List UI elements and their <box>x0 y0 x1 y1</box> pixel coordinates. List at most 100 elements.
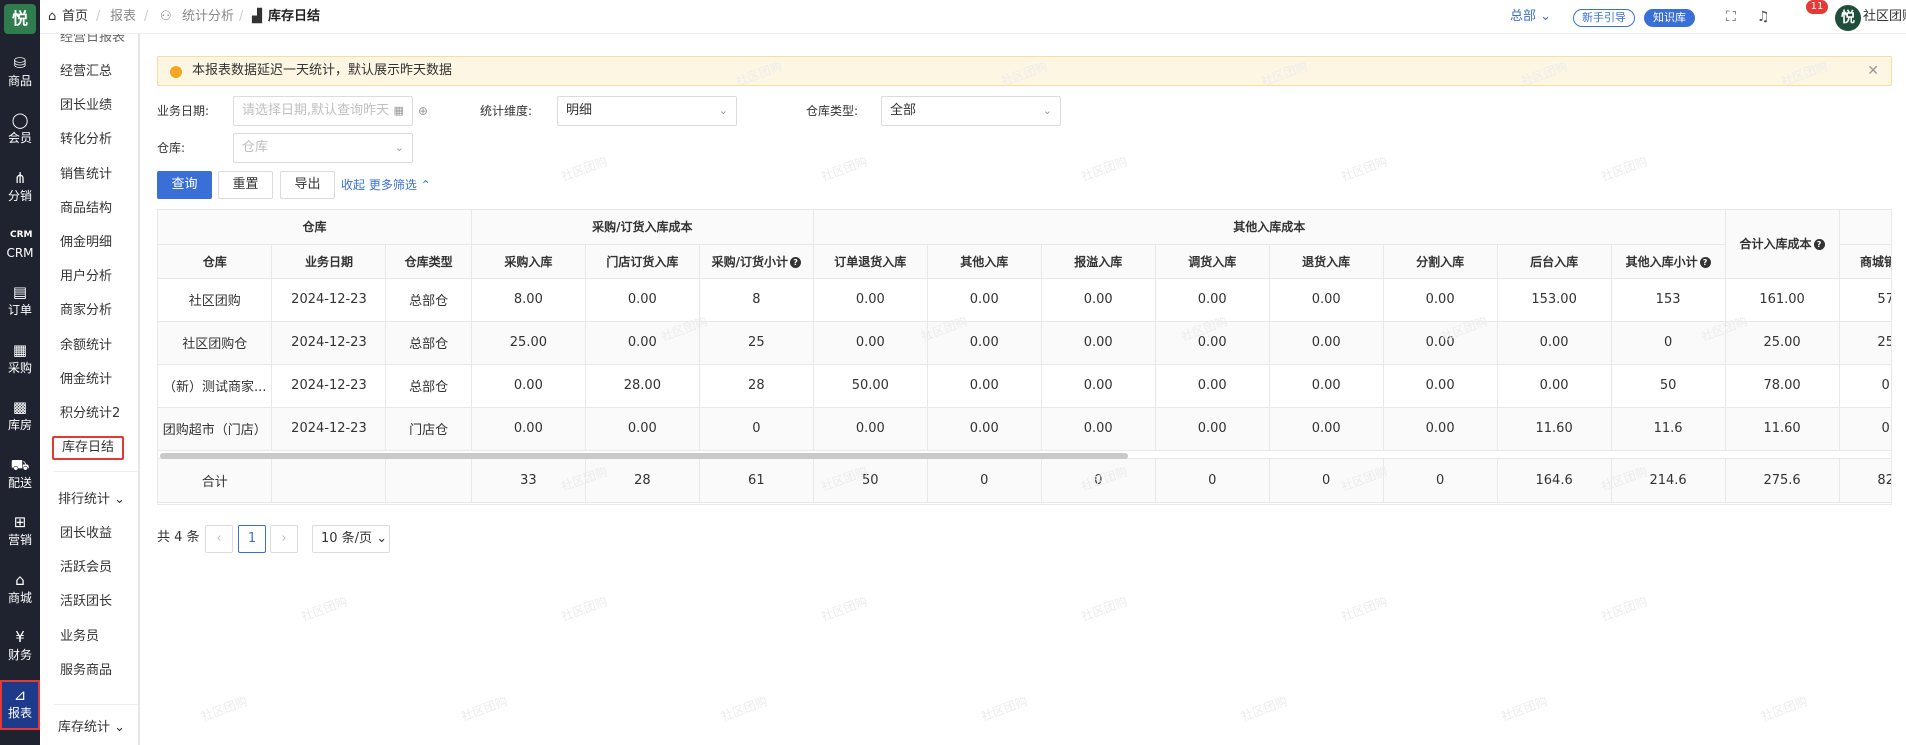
table-cell: 0.00 <box>1155 364 1270 408</box>
alert-text: 本报表数据延迟一天统计，默认展示昨天数据 <box>192 63 453 78</box>
help-icon[interactable]: ? <box>1699 256 1711 268</box>
column-header-7: 订单退货入库 <box>813 244 928 279</box>
menu-item-3[interactable]: 转化分析 <box>60 128 112 152</box>
gift-icon: ⊞ <box>13 513 27 531</box>
export-button[interactable]: 导出 <box>280 171 335 199</box>
rail-item-5[interactable]: ▤ 订单 <box>0 277 40 327</box>
rail-item-10[interactable]: ⌂ 商城 <box>0 565 40 615</box>
calendar-icon: ▦ <box>393 104 404 117</box>
help-icon[interactable]: ? <box>1813 239 1825 251</box>
total-cell: 164.6 <box>1497 458 1612 503</box>
help-icon[interactable]: ? <box>790 256 802 268</box>
menu-item-ranking-4[interactable]: 业务员 <box>60 625 99 649</box>
menu-item-2[interactable]: 团长业绩 <box>60 94 112 118</box>
next-page-button[interactable]: › <box>270 525 298 553</box>
table-cell: 总部仓 <box>385 364 472 408</box>
table-cell: 0.00 <box>1041 364 1156 408</box>
total-cell <box>271 458 387 503</box>
prev-page-button[interactable]: ‹ <box>205 525 233 553</box>
menu-item-8[interactable]: 商家分析 <box>60 299 112 323</box>
menu-item-7[interactable]: 用户分析 <box>60 265 112 289</box>
column-header-4: 采购入库 <box>471 244 586 279</box>
warehouse-select[interactable]: 仓库 ⌄ <box>233 133 413 163</box>
menu-item-daily-report[interactable]: 经营日报表 <box>60 34 125 50</box>
rail-item-8[interactable]: ⛟ 配送 <box>0 450 40 500</box>
table-row[interactable]: 社区团购仓 2024-12-23 总部仓 25.00 0.00 25 0.00 0.00 0.0… <box>158 321 1891 365</box>
collapse-filters-link[interactable]: 收起 更多筛选 ⌃ <box>341 171 431 199</box>
truck-icon: ⛟ <box>10 456 30 474</box>
table-cell: 11.60 <box>1725 407 1840 451</box>
network-icon: ⋔ <box>13 169 27 187</box>
menu-item-4[interactable]: 销售统计 <box>60 163 112 187</box>
avatar[interactable]: 悦 <box>1835 5 1861 31</box>
breadcrumb-stats[interactable]: 统计分析 <box>182 0 234 34</box>
menu-item-ranking-1[interactable]: 团长收益 <box>60 522 112 546</box>
breadcrumb-home[interactable]: 首页 <box>62 0 88 34</box>
menu-item-10[interactable]: 佣金统计 <box>60 368 112 392</box>
total-cell: 0 <box>1041 458 1156 503</box>
reset-button[interactable]: 重置 <box>218 171 273 199</box>
menu-item-5[interactable]: 商品结构 <box>60 197 112 221</box>
plus-circle-icon[interactable]: ⊕ <box>418 96 428 126</box>
org-selector[interactable]: 总部 ⌄ <box>1510 0 1551 34</box>
knowledge-base-button[interactable]: 知识库 <box>1644 9 1695 27</box>
page-size-select[interactable]: 10 条/页 ⌄ <box>312 525 390 553</box>
rail-item-label: 采购 <box>7 361 32 375</box>
column-header-8: 其他入库 <box>927 244 1042 279</box>
rail-item-1[interactable]: ⛁ 商品 <box>0 48 40 98</box>
rail-item-label: 营销 <box>7 533 32 547</box>
column-header-13: 后台入库 <box>1497 244 1612 279</box>
home-icon[interactable]: ⌂ <box>48 0 56 34</box>
menu-item-9[interactable]: 余额统计 <box>60 334 112 358</box>
watermark-text: 社区团购 <box>559 594 610 624</box>
rail-item-3[interactable]: ⋔ 分销 <box>0 163 40 213</box>
date-picker[interactable]: 请选择日期,默认查询昨天 ▦ <box>233 96 413 126</box>
breadcrumb-separator: / <box>96 9 101 24</box>
menu-item-6[interactable]: 佣金明细 <box>60 231 112 255</box>
menu-item-ranking-3[interactable]: 活跃团长 <box>60 590 112 614</box>
rail-item-4[interactable]: CRM CRM <box>0 220 40 270</box>
rail-item-7[interactable]: ▩ 库房 <box>0 392 40 442</box>
warehouse-type-select[interactable]: 全部 ⌄ <box>881 96 1061 126</box>
menu-item-11[interactable]: 积分统计2 <box>60 402 120 426</box>
horizontal-scrollbar[interactable] <box>160 453 1128 459</box>
watermark-text: 社区团购 <box>1339 154 1390 184</box>
close-icon[interactable]: ✕ <box>1867 57 1879 85</box>
menu-item-1[interactable]: 经营汇总 <box>60 60 112 84</box>
table-cell: 社区团购仓 <box>158 321 273 365</box>
breadcrumb-separator: / <box>144 9 149 24</box>
page-1-button[interactable]: 1 <box>238 525 266 553</box>
watermark-text: 社区团购 <box>819 594 870 624</box>
rail-item-label: 报表 <box>7 706 32 720</box>
table-cell: 0.00 <box>927 364 1042 408</box>
group-header-outbound <box>1839 210 1891 245</box>
menu-item-12[interactable]: 库存日结 <box>52 436 125 461</box>
menu-group-ranking[interactable]: 排行统计 ⌄ <box>58 488 125 512</box>
menu-group-inventory[interactable]: 库存统计 ⌄ <box>58 716 125 740</box>
breadcrumb-reports[interactable]: 报表 <box>110 0 136 34</box>
table-cell: 161.00 <box>1725 278 1840 322</box>
guide-button[interactable]: 新手引导 <box>1573 9 1635 27</box>
rail-item-9[interactable]: ⊞ 营销 <box>0 507 40 557</box>
rail-item-11[interactable]: ¥ 财务 <box>0 622 40 672</box>
table-row[interactable]: 团购超市（门店） 2024-12-23 门店仓 0.00 0.00 0 0.00 0.00 0.… <box>158 407 1891 451</box>
table-cell: 0.00 <box>1383 407 1498 451</box>
menu-scrollbar[interactable] <box>138 34 140 745</box>
table-cell: 2024-12-23 <box>271 364 387 408</box>
rail-item-12[interactable]: ⊿ 报表 <box>0 680 40 730</box>
table-cell: 2024-12-23 <box>271 278 387 322</box>
rail-item-6[interactable]: ▦ 采购 <box>0 335 40 385</box>
user-menu[interactable]: 社区团购 ⌄ <box>1863 0 1906 34</box>
table-row[interactable]: （新）测试商家... 2024-12-23 总部仓 0.00 28.00 28 50.00 0… <box>158 364 1891 408</box>
table-cell: 0.00 <box>927 321 1042 365</box>
menu-item-ranking-2[interactable]: 活跃会员 <box>60 556 112 580</box>
table-cell: 8 <box>699 278 814 322</box>
rail-item-2[interactable]: ◯ 会员 <box>0 105 40 155</box>
dimension-select[interactable]: 明细 ⌄ <box>557 96 737 126</box>
menu-item-ranking-5[interactable]: 服务商品 <box>60 659 112 683</box>
fullscreen-icon[interactable]: ⛶ <box>1726 0 1736 34</box>
bell-icon[interactable]: ♫ <box>1757 0 1770 34</box>
table-cell: 团购超市（门店） <box>158 407 273 451</box>
query-button[interactable]: 查询 <box>157 171 212 199</box>
table-row[interactable]: 社区团购 2024-12-23 总部仓 8.00 0.00 8 0.00 0.00 0.00 0.… <box>158 278 1891 322</box>
